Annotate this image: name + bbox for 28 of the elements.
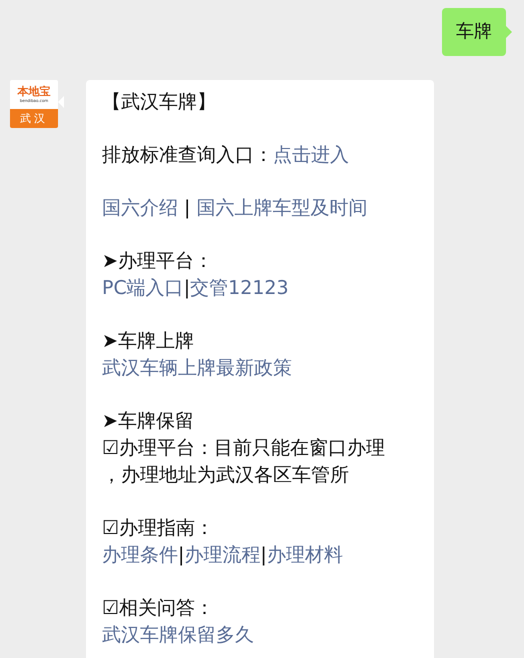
link[interactable]: 办理流程 [184, 544, 260, 566]
bubble-tail [58, 96, 64, 108]
message-text: ☑相关问答： [102, 597, 214, 619]
message-text: | [178, 544, 184, 566]
message-text: ➤办理平台： [102, 250, 213, 272]
message-text: 【武汉车牌】 [102, 91, 216, 113]
avatar-city: 武汉 [10, 109, 58, 128]
link[interactable]: 武汉车牌保留多久 [102, 624, 254, 646]
message-text: ☑办理平台：目前只能在窗口办理 [102, 437, 386, 459]
message-text: 排放标准查询入口： [102, 144, 273, 166]
message-text: ☑办理指南： [102, 517, 214, 539]
bubble-tail [506, 26, 512, 38]
message-text: ，办理地址为武汉各区车管所 [102, 464, 349, 486]
message-text: | [183, 197, 192, 219]
link[interactable]: 办理材料 [266, 544, 343, 566]
link[interactable]: 武汉车辆上牌最新政策 [102, 357, 292, 379]
message-text: ➤车牌上牌 [102, 330, 194, 352]
message-text: ➤车牌保留 [102, 410, 194, 432]
avatar-brand: 本地宝 [18, 86, 50, 98]
message-text: | [260, 544, 267, 566]
link[interactable]: 交管12123 [190, 277, 289, 299]
link[interactable]: 办理条件 [102, 544, 178, 566]
message-text: | [184, 277, 190, 299]
link[interactable]: 国六介绍 [102, 197, 178, 219]
sent-message-bubble: 车牌 [442, 8, 506, 56]
link[interactable]: PC端入口 [102, 277, 184, 299]
link[interactable]: 国六上牌车型及时间 [196, 197, 368, 219]
link[interactable]: 点击进入 [273, 144, 349, 166]
